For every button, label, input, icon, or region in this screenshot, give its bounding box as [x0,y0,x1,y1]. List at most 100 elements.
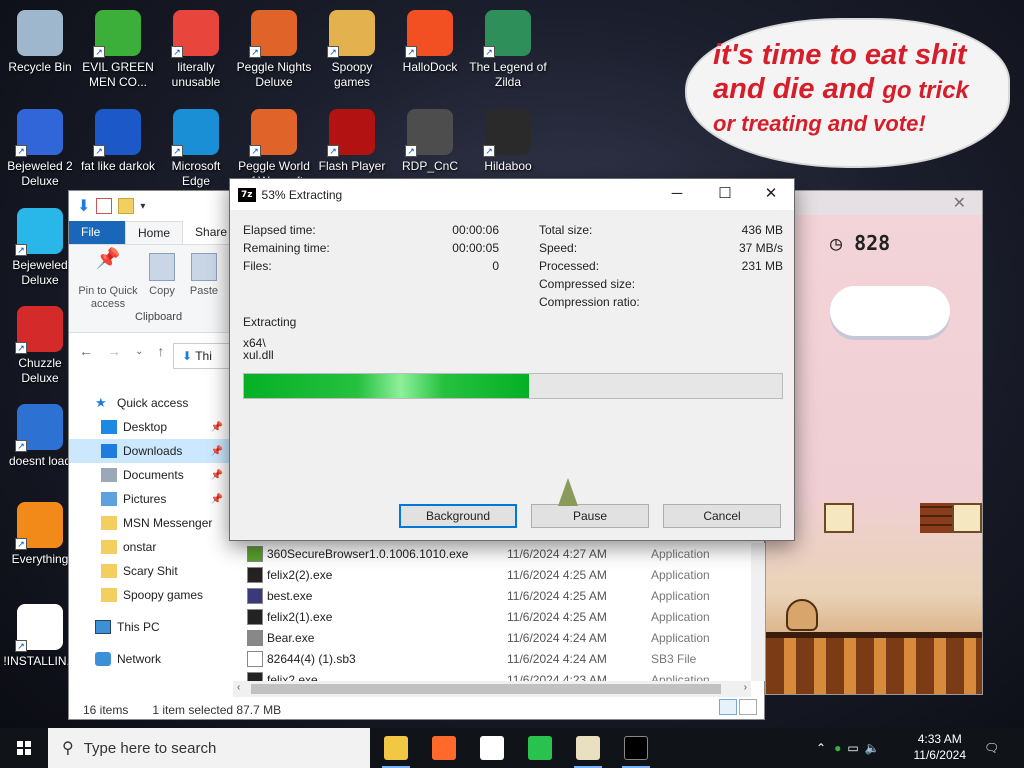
cancel-button[interactable]: Cancel [663,504,781,528]
nav-item-msn-messenger[interactable]: MSN Messenger [69,511,229,535]
game-titlebar[interactable] [766,191,982,215]
text-file-icon: ↗ [15,604,63,652]
properties-icon[interactable] [96,198,113,214]
download-arrow-icon[interactable]: ⬇ [77,196,90,216]
forward-arrow-icon[interactable]: → [107,343,121,359]
nav-item-desktop[interactable]: Desktop 📌 [69,415,229,439]
nav-network[interactable]: Network [69,647,229,671]
nav-item-onstar[interactable]: onstar [69,535,229,559]
nav-this-pc[interactable]: This PC [69,615,229,639]
notifications-icon[interactable]: 🗨 [984,728,999,768]
nav-item-downloads[interactable]: Downloads 📌 [69,439,229,463]
file-row[interactable]: 82644(4) (1).sb3 11/6/2024 4:24 AM SB3 Fil… [241,648,751,669]
recent-dropdown-icon[interactable]: ⌄ [135,346,143,357]
taskbar-app[interactable] [516,728,564,768]
scroll-left-icon[interactable]: ‹ [237,682,240,693]
stat-row: Speed: 37 MB/s [539,241,783,255]
scroll-right-icon[interactable]: › [744,682,747,693]
taskbar-app[interactable] [564,728,612,768]
dialog-titlebar[interactable]: 7z 53% Extracting ─ ☐ ✕ [230,179,794,210]
diamond-icon: ↗ [15,208,63,256]
status-bar: 16 items 1 item selected 87.7 MB [83,703,281,717]
desktop-icon[interactable]: ↗ The Legend of Zilda [468,4,548,94]
nav-item-documents[interactable]: Documents 📌 [69,463,229,487]
network-tray-icon[interactable]: ▭ [847,741,858,755]
nav-item-spoopy-games[interactable]: Spoopy games [69,583,229,607]
close-icon[interactable]: ✕ [748,179,794,210]
details-view-icon[interactable] [719,699,737,715]
nav-quick-access[interactable]: ★ Quick access [69,391,229,415]
show-hidden-icons-icon[interactable]: ⌃ [816,741,826,755]
desktop-icon[interactable]: ↗ HalloDock [390,4,470,94]
desktop-icon[interactable]: ↗ Spoopy games [312,4,392,94]
shortcut-arrow-icon: ↗ [327,145,339,157]
desktop-icon[interactable]: ↗ Peggle Nights Deluxe [234,4,314,94]
file-row[interactable]: Bear.exe 11/6/2024 4:24 AM Application [241,627,751,648]
stat-label: Total size: [539,223,593,237]
desktop-icon[interactable]: ↗ Bejeweled 2 Deluxe [0,103,80,193]
taskbar-app[interactable] [612,728,660,768]
game-window[interactable]: ✕ ◷ 828 [765,190,983,695]
tab-file[interactable]: File [69,221,125,244]
large-icons-view-icon[interactable] [739,699,757,715]
desktop-icon[interactable]: ↗ literally unusable [156,4,236,94]
network-icon [95,652,111,666]
game-ground [766,632,982,694]
clock-date: 11/6/2024 [913,748,967,762]
file-row[interactable]: best.exe 11/6/2024 4:25 AM Application [241,585,751,606]
up-arrow-icon[interactable]: ↑ [157,343,164,359]
clock[interactable]: 4:33 AM 11/6/2024 [914,731,967,763]
taskbar-app[interactable] [420,728,468,768]
volume-icon[interactable]: 🔈 [865,741,880,755]
background-button[interactable]: Background [399,504,517,528]
nav-item-scary-shit[interactable]: Scary Shit [69,559,229,583]
cursor-icon [558,478,578,506]
desktop-icon-label: RDP_CnC [401,159,458,173]
extract-dialog[interactable]: 7z 53% Extracting ─ ☐ ✕ Elapsed time: 00:… [229,178,795,541]
paw-icon [247,608,263,625]
documents-icon [101,468,117,482]
taskbar-app[interactable] [468,728,516,768]
new-folder-icon[interactable] [118,198,135,214]
taskbar-search-box[interactable]: ⚲ Type here to search [48,728,370,768]
7zip-logo-icon: 7z [238,187,256,202]
paste-button[interactable]: Paste [187,253,221,298]
desktop-icon[interactable]: ↗ fat like darkok [78,103,158,193]
taskbar-app[interactable] [372,728,420,768]
selection-info: 1 item selected 87.7 MB [152,703,282,717]
star-icon: ★ [95,395,107,410]
qat-dropdown-icon[interactable]: ▾ [140,201,145,212]
copy-button[interactable]: Copy [147,253,177,298]
file-row[interactable]: 360SecureBrowser1.0.1006.1010.exe 11/6/20… [241,543,751,564]
scrollbar-thumb[interactable] [251,684,721,694]
shortcut-arrow-icon: ↗ [171,46,183,58]
desktop-icon-label: Bejeweled 2 Deluxe [7,159,73,188]
pause-button[interactable]: Pause [531,504,649,528]
file-row[interactable]: felix2(1).exe 11/6/2024 4:25 AM Applicatio… [241,606,751,627]
desktop-icon[interactable]: Recycle Bin [0,4,80,94]
pin-quick-access-button[interactable]: 📌 Pin to Quick access [75,249,141,311]
nav-item-pictures[interactable]: Pictures 📌 [69,487,229,511]
minimize-icon[interactable]: ─ [654,179,700,210]
stat-row: Compression ratio: [539,295,783,309]
folder-icon: ↗ [327,10,375,58]
download-location-icon: ⬇ [182,349,193,363]
horizontal-scrollbar[interactable]: ‹ › [233,681,751,697]
tab-home[interactable]: Home [125,221,184,244]
thunderbird-icon: ↗ [15,404,63,452]
address-bar[interactable]: ⬇ Thi [173,343,233,369]
desktop-icon[interactable]: ↗ Microsoft Edge [156,103,236,193]
back-arrow-icon[interactable]: ← [79,343,93,359]
chuzzle-icon: ↗ [15,306,63,354]
firefox-icon [432,736,456,760]
start-button[interactable] [0,728,48,768]
game-close-icon[interactable]: ✕ [953,193,966,213]
mpl-icon: ↗ [93,109,141,157]
vertical-scrollbar[interactable] [751,543,765,681]
desktop-icon-label: Peggle Nights Deluxe [236,60,312,89]
maximize-icon[interactable]: ☐ [702,179,748,210]
desktop-icon-label: The Legend of Zilda [469,60,547,89]
user-icon[interactable]: ● [834,741,841,755]
file-row[interactable]: felix2(2).exe 11/6/2024 4:25 AM Applicatio… [241,564,751,585]
desktop-icon[interactable]: ↗ EVIL GREEN MEN CO... [78,4,158,94]
